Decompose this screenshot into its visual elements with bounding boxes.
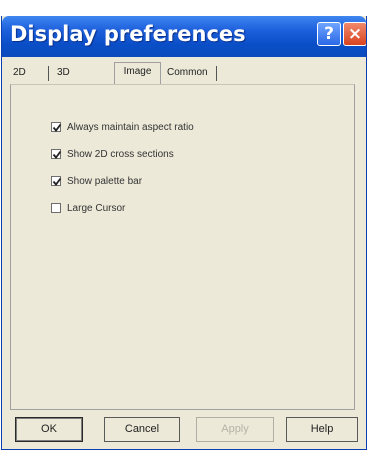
checkbox-large-cursor[interactable] [51, 203, 61, 213]
tab-common[interactable]: Common [167, 67, 208, 78]
option-label: Always maintain aspect ratio [67, 121, 194, 133]
option-palette-bar[interactable]: Show palette bar [51, 174, 142, 188]
checkbox-aspect-ratio[interactable] [51, 122, 62, 132]
tab-2d[interactable]: 2D [13, 67, 26, 78]
tab-divider [48, 66, 49, 81]
cancel-button[interactable]: Cancel [104, 417, 180, 442]
checkmark-icon [52, 177, 62, 186]
close-icon[interactable]: × [343, 22, 366, 46]
tab-strip: 2D 3D Image Common [10, 62, 225, 84]
checkbox-palette-bar[interactable] [51, 176, 62, 186]
checkmark-icon [52, 123, 62, 132]
checkbox-2d-cross-sections[interactable] [51, 149, 62, 159]
option-2d-cross-sections[interactable]: Show 2D cross sections [51, 147, 174, 161]
option-large-cursor[interactable]: Large Cursor [51, 201, 125, 215]
dialog-window: Display preferences ? × 2D 3D Image Comm… [1, 16, 367, 450]
ok-button[interactable]: OK [15, 417, 83, 442]
title-bar[interactable]: Display preferences ? × [2, 16, 366, 57]
option-aspect-ratio[interactable]: Always maintain aspect ratio [51, 120, 194, 134]
tab-panel-image: Always maintain aspect ratio Show 2D cro… [10, 84, 355, 410]
checkmark-icon [52, 150, 62, 159]
tab-image[interactable]: Image [114, 62, 161, 84]
option-label: Show 2D cross sections [67, 148, 174, 160]
option-label: Show palette bar [67, 175, 143, 187]
window-title: Display preferences [10, 22, 246, 46]
option-label: Large Cursor [67, 202, 126, 214]
apply-button[interactable]: Apply [196, 417, 274, 442]
tab-3d[interactable]: 3D [57, 67, 70, 78]
tab-divider [216, 66, 217, 81]
help-icon[interactable]: ? [317, 22, 341, 46]
help-button[interactable]: Help [286, 417, 358, 442]
